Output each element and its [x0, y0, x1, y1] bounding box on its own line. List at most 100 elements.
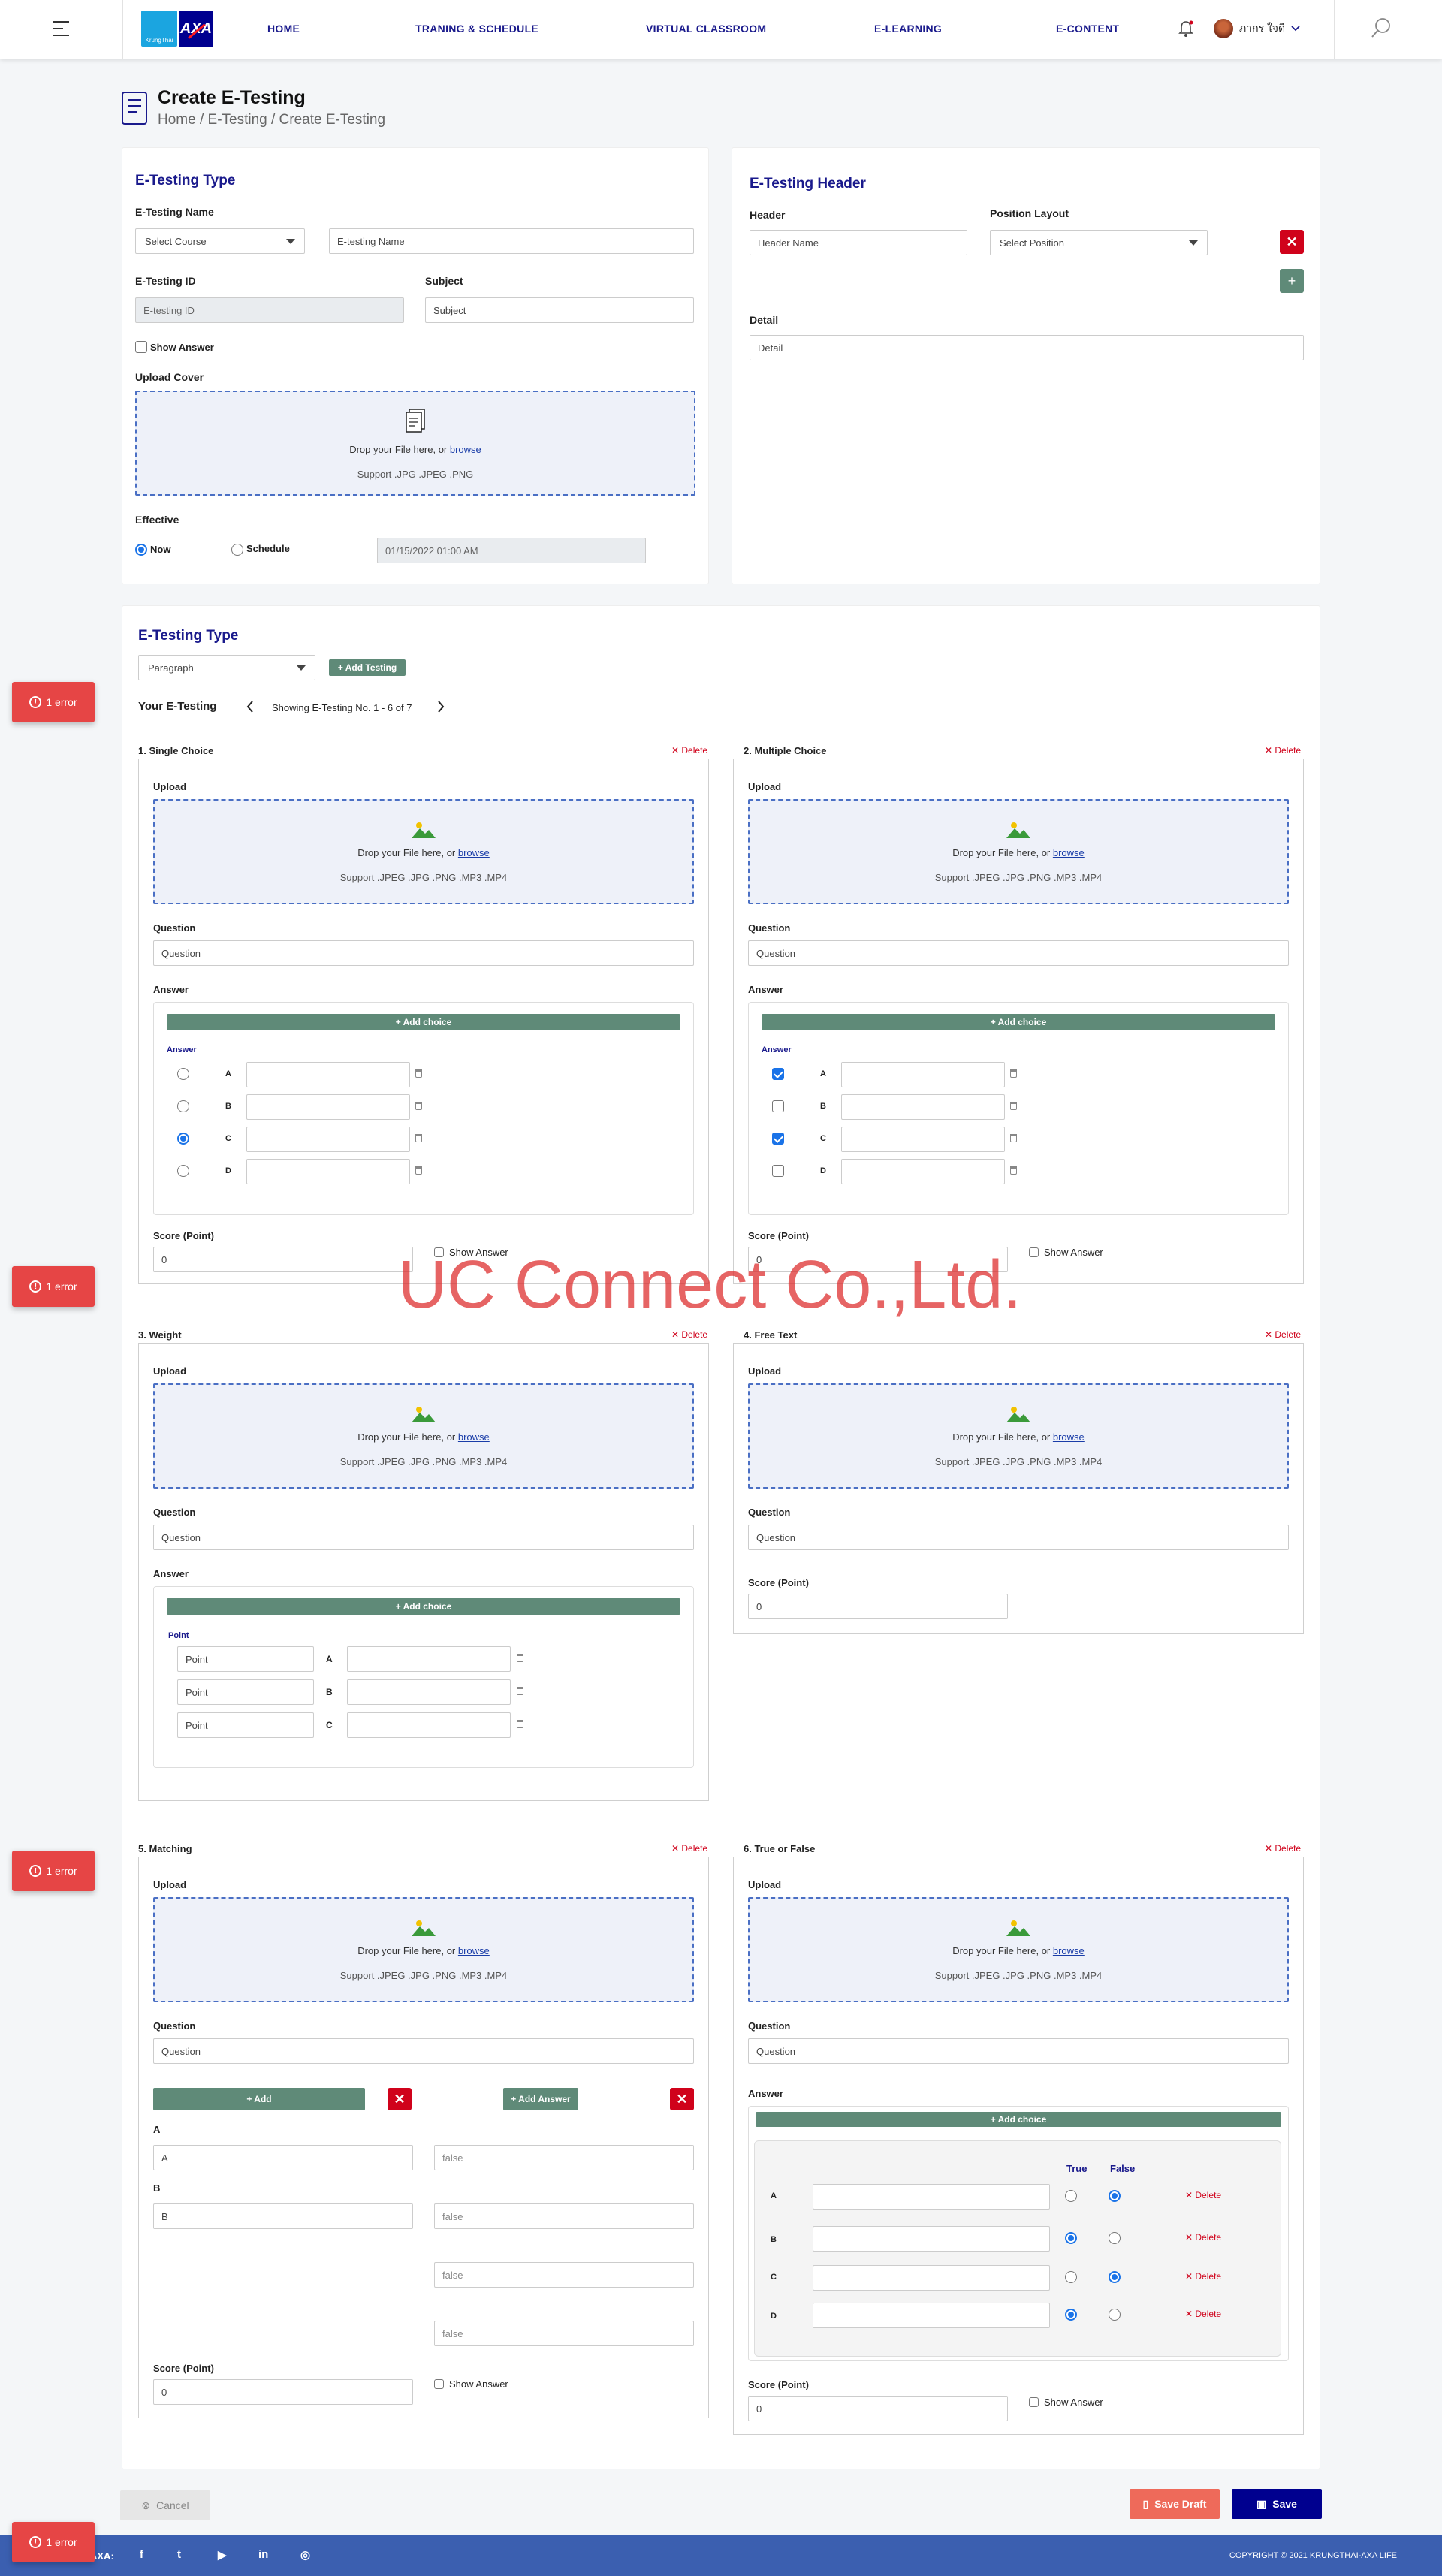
- linkedin-icon[interactable]: in: [258, 2548, 268, 2561]
- trash-icon[interactable]: [1010, 1166, 1017, 1175]
- save-button[interactable]: ▣ Save: [1232, 2489, 1322, 2519]
- browse-link[interactable]: browse: [458, 1431, 490, 1443]
- youtube-icon[interactable]: ▶: [218, 2548, 227, 2562]
- match-input-b[interactable]: B: [153, 2203, 413, 2229]
- delete-question-button[interactable]: ✕ Delete: [671, 745, 707, 756]
- browse-link[interactable]: browse: [450, 444, 481, 455]
- true-radio-d[interactable]: [1065, 2309, 1077, 2321]
- show-answer-checkbox[interactable]: [1029, 1247, 1039, 1257]
- user-menu[interactable]: ภากร ใจดี: [1214, 19, 1300, 38]
- choice-input-b[interactable]: [347, 1679, 511, 1705]
- true-radio-c[interactable]: [1065, 2271, 1077, 2283]
- tf-input-a[interactable]: [813, 2184, 1050, 2210]
- false-radio-a[interactable]: [1109, 2190, 1121, 2202]
- false-radio-c[interactable]: [1109, 2271, 1121, 2283]
- nav-training[interactable]: TRANING & SCHEDULE: [415, 23, 538, 35]
- question-input[interactable]: Question: [153, 1525, 694, 1550]
- browse-link[interactable]: browse: [1053, 1431, 1085, 1443]
- question-input[interactable]: Question: [153, 2038, 694, 2064]
- browse-link[interactable]: browse: [458, 1945, 490, 1956]
- delete-question-button[interactable]: ✕ Delete: [671, 1329, 707, 1340]
- error-badge[interactable]: ! 1 error: [12, 1851, 95, 1891]
- point-input-b[interactable]: Point: [177, 1679, 314, 1705]
- score-input[interactable]: 0: [748, 2396, 1008, 2421]
- answer-checkbox-b[interactable]: [772, 1100, 784, 1112]
- breadcrumb[interactable]: Home / E-Testing / Create E-Testing: [158, 112, 385, 128]
- menu-icon[interactable]: [53, 21, 69, 36]
- browse-link[interactable]: browse: [1053, 847, 1085, 858]
- choice-input-d[interactable]: [841, 1159, 1005, 1184]
- show-answer-checkbox[interactable]: [434, 2379, 444, 2389]
- trash-icon[interactable]: [517, 1720, 523, 1728]
- question-input[interactable]: Question: [748, 2038, 1289, 2064]
- nav-elearning[interactable]: E-LEARNING: [874, 23, 942, 35]
- answer-radio-d[interactable]: [177, 1165, 189, 1177]
- remove-matching-button[interactable]: ✕: [388, 2088, 412, 2110]
- now-radio[interactable]: [135, 544, 147, 556]
- testing-type-dropdown[interactable]: Paragraph: [138, 655, 315, 680]
- twitter-icon[interactable]: t: [177, 2548, 181, 2561]
- delete-row-button[interactable]: ✕ Delete: [1185, 2232, 1221, 2243]
- select-course-dropdown[interactable]: Select Course: [135, 228, 305, 254]
- upload-cover-dropzone[interactable]: Drop your File here, or browse Support .…: [135, 391, 695, 496]
- add-header-button[interactable]: +: [1280, 269, 1304, 293]
- show-answer-checkbox[interactable]: [1029, 2397, 1039, 2407]
- add-choice-button[interactable]: + Add choice: [762, 1014, 1275, 1030]
- trash-icon[interactable]: [415, 1069, 422, 1078]
- score-input[interactable]: 0: [153, 1247, 413, 1272]
- score-input[interactable]: 0: [748, 1594, 1008, 1619]
- choice-input-c[interactable]: [347, 1712, 511, 1738]
- false-radio-b[interactable]: [1109, 2232, 1121, 2244]
- tf-input-b[interactable]: [813, 2226, 1050, 2252]
- choice-input-c[interactable]: [246, 1127, 410, 1152]
- media-dropzone[interactable]: Drop your File here, or browse Support .…: [153, 799, 694, 904]
- match-answer-input[interactable]: false: [434, 2321, 694, 2346]
- trash-icon[interactable]: [1010, 1134, 1017, 1142]
- nav-virtual-classroom[interactable]: VIRTUAL CLASSROOM: [646, 23, 766, 35]
- chevron-right-icon[interactable]: [437, 700, 445, 713]
- media-dropzone[interactable]: Drop your File here, or browse Support .…: [748, 1897, 1289, 2002]
- delete-question-button[interactable]: ✕ Delete: [1265, 745, 1301, 756]
- add-choice-button[interactable]: + Add choice: [756, 2112, 1281, 2127]
- subject-input[interactable]: Subject: [425, 297, 694, 323]
- question-input[interactable]: Question: [153, 940, 694, 966]
- true-radio-a[interactable]: [1065, 2190, 1077, 2202]
- trash-icon[interactable]: [1010, 1069, 1017, 1078]
- instagram-icon[interactable]: ◎: [300, 2548, 310, 2562]
- trash-icon[interactable]: [1010, 1102, 1017, 1110]
- point-input-c[interactable]: Point: [177, 1712, 314, 1738]
- media-dropzone[interactable]: Drop your File here, or browse Support .…: [748, 1383, 1289, 1489]
- answer-checkbox-c[interactable]: [772, 1133, 784, 1145]
- choice-input-a[interactable]: [246, 1062, 410, 1087]
- bell-icon[interactable]: [1178, 20, 1194, 38]
- choice-input-a[interactable]: [347, 1646, 511, 1672]
- point-input-a[interactable]: Point: [177, 1646, 314, 1672]
- add-choice-button[interactable]: + Add choice: [167, 1598, 680, 1615]
- question-input[interactable]: Question: [748, 940, 1289, 966]
- choice-input-d[interactable]: [246, 1159, 410, 1184]
- tf-input-c[interactable]: [813, 2265, 1050, 2291]
- choice-input-b[interactable]: [246, 1094, 410, 1120]
- delete-question-button[interactable]: ✕ Delete: [1265, 1329, 1301, 1340]
- add-matching-button[interactable]: + Add: [153, 2088, 365, 2110]
- remove-header-button[interactable]: ✕: [1280, 230, 1304, 254]
- tf-input-d[interactable]: [813, 2303, 1050, 2328]
- match-answer-input[interactable]: false: [434, 2203, 694, 2229]
- error-badge[interactable]: ! 1 error: [12, 1266, 95, 1307]
- delete-question-button[interactable]: ✕ Delete: [671, 1843, 707, 1854]
- delete-question-button[interactable]: ✕ Delete: [1265, 1843, 1301, 1854]
- error-badge[interactable]: ! 1 error: [12, 682, 95, 722]
- trash-icon[interactable]: [517, 1687, 523, 1695]
- show-answer-checkbox[interactable]: [135, 341, 147, 353]
- choice-input-c[interactable]: [841, 1127, 1005, 1152]
- nav-econtent[interactable]: E-CONTENT: [1056, 23, 1119, 35]
- remove-answer-button[interactable]: ✕: [670, 2088, 694, 2110]
- answer-radio-c[interactable]: [177, 1133, 189, 1145]
- add-choice-button[interactable]: + Add choice: [167, 1014, 680, 1030]
- nav-home[interactable]: HOME: [267, 23, 300, 35]
- browse-link[interactable]: browse: [458, 847, 490, 858]
- choice-input-b[interactable]: [841, 1094, 1005, 1120]
- save-draft-button[interactable]: ▯ Save Draft: [1130, 2489, 1220, 2519]
- answer-radio-a[interactable]: [177, 1068, 189, 1080]
- media-dropzone[interactable]: Drop your File here, or browse Support .…: [748, 799, 1289, 904]
